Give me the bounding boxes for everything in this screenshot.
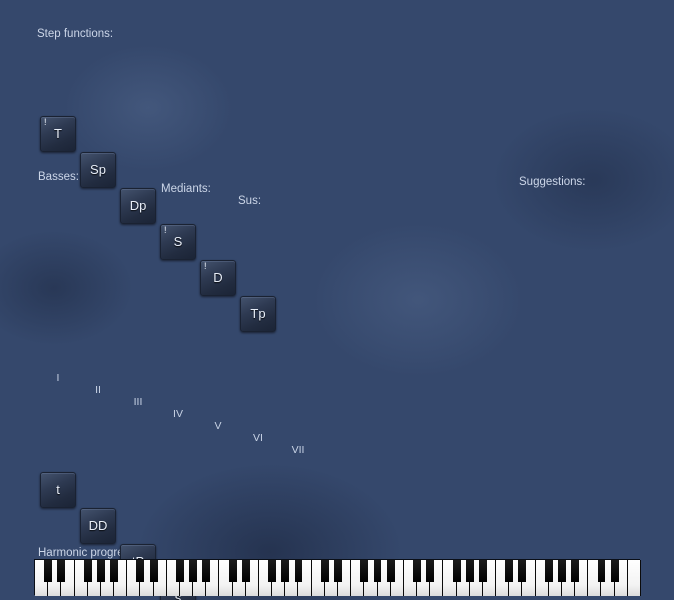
step-function-major-sp[interactable]: Sp <box>80 152 116 188</box>
piano-white-key[interactable] <box>627 560 641 596</box>
piano-black-key[interactable] <box>320 560 329 582</box>
step-function-major-t[interactable]: ! T <box>40 116 76 152</box>
accidental-marker: ! <box>164 225 167 235</box>
button-label: S <box>173 234 183 250</box>
piano-black-key[interactable] <box>44 560 53 582</box>
roman-numeral-V: V <box>214 420 222 432</box>
piano-black-key[interactable] <box>228 560 237 582</box>
accidental-marker: ! <box>204 261 207 271</box>
piano-keyboard[interactable] <box>34 559 641 596</box>
roman-numeral-I: I <box>56 372 60 384</box>
piano-black-key[interactable] <box>83 560 92 582</box>
piano-black-key[interactable] <box>268 560 277 582</box>
piano-black-key[interactable] <box>597 560 606 582</box>
roman-numeral-VII: VII <box>291 444 305 456</box>
piano-black-key[interactable] <box>505 560 514 582</box>
step-function-major-d[interactable]: ! D <box>200 260 236 296</box>
sus-label: Sus: <box>238 195 262 207</box>
piano-black-key[interactable] <box>294 560 303 582</box>
piano-black-key[interactable] <box>558 560 566 582</box>
piano-black-key[interactable] <box>610 560 619 582</box>
step-function-minor-t[interactable]: t <box>40 472 76 508</box>
piano-black-key[interactable] <box>110 560 118 582</box>
button-label: Sp <box>90 162 106 178</box>
piano-black-key[interactable] <box>544 560 553 582</box>
step-function-major-dp[interactable]: Dp <box>120 188 156 224</box>
piano-black-key[interactable] <box>149 560 158 582</box>
piano-black-key[interactable] <box>281 560 290 582</box>
button-label: D <box>213 270 223 286</box>
piano-black-key[interactable] <box>413 560 421 582</box>
piano-black-key[interactable] <box>202 560 211 582</box>
piano-black-key[interactable] <box>386 560 395 582</box>
button-label: Tp <box>250 306 266 322</box>
roman-numeral-III: III <box>133 396 143 408</box>
suggestions-label: Suggestions: <box>519 176 586 188</box>
piano-black-key[interactable] <box>57 560 66 582</box>
piano-black-key[interactable] <box>452 560 461 582</box>
piano-black-key[interactable] <box>175 560 184 582</box>
button-label: t <box>56 482 60 498</box>
step-functions-label: Step functions: <box>37 28 114 40</box>
piano-black-key[interactable] <box>571 560 580 582</box>
piano-black-key[interactable] <box>360 560 369 582</box>
piano-black-key[interactable] <box>373 560 382 582</box>
roman-numeral-IV: IV <box>173 408 183 420</box>
piano-black-key[interactable] <box>334 560 342 582</box>
piano-black-key[interactable] <box>96 560 105 582</box>
roman-numeral-II: II <box>95 384 101 396</box>
piano-black-key[interactable] <box>426 560 435 582</box>
button-label: Dp <box>129 198 147 214</box>
piano-black-key[interactable] <box>189 560 198 582</box>
button-label: DD <box>88 518 108 534</box>
roman-numeral-VI: VI <box>253 432 263 444</box>
button-label: T <box>54 126 62 142</box>
piano-black-key[interactable] <box>478 560 487 582</box>
step-function-major-s[interactable]: ! S <box>160 224 196 260</box>
step-function-minor-dd[interactable]: DD <box>80 508 116 544</box>
accidental-marker: ! <box>44 117 47 127</box>
improvisator-window: Step functions: Basses: Mediants: Sus: Sugge… <box>0 0 674 600</box>
piano-black-key[interactable] <box>518 560 527 582</box>
piano-black-key[interactable] <box>241 560 250 582</box>
step-function-major-tp[interactable]: Tp <box>240 296 276 332</box>
piano-black-key[interactable] <box>136 560 145 582</box>
piano-black-key[interactable] <box>465 560 474 582</box>
